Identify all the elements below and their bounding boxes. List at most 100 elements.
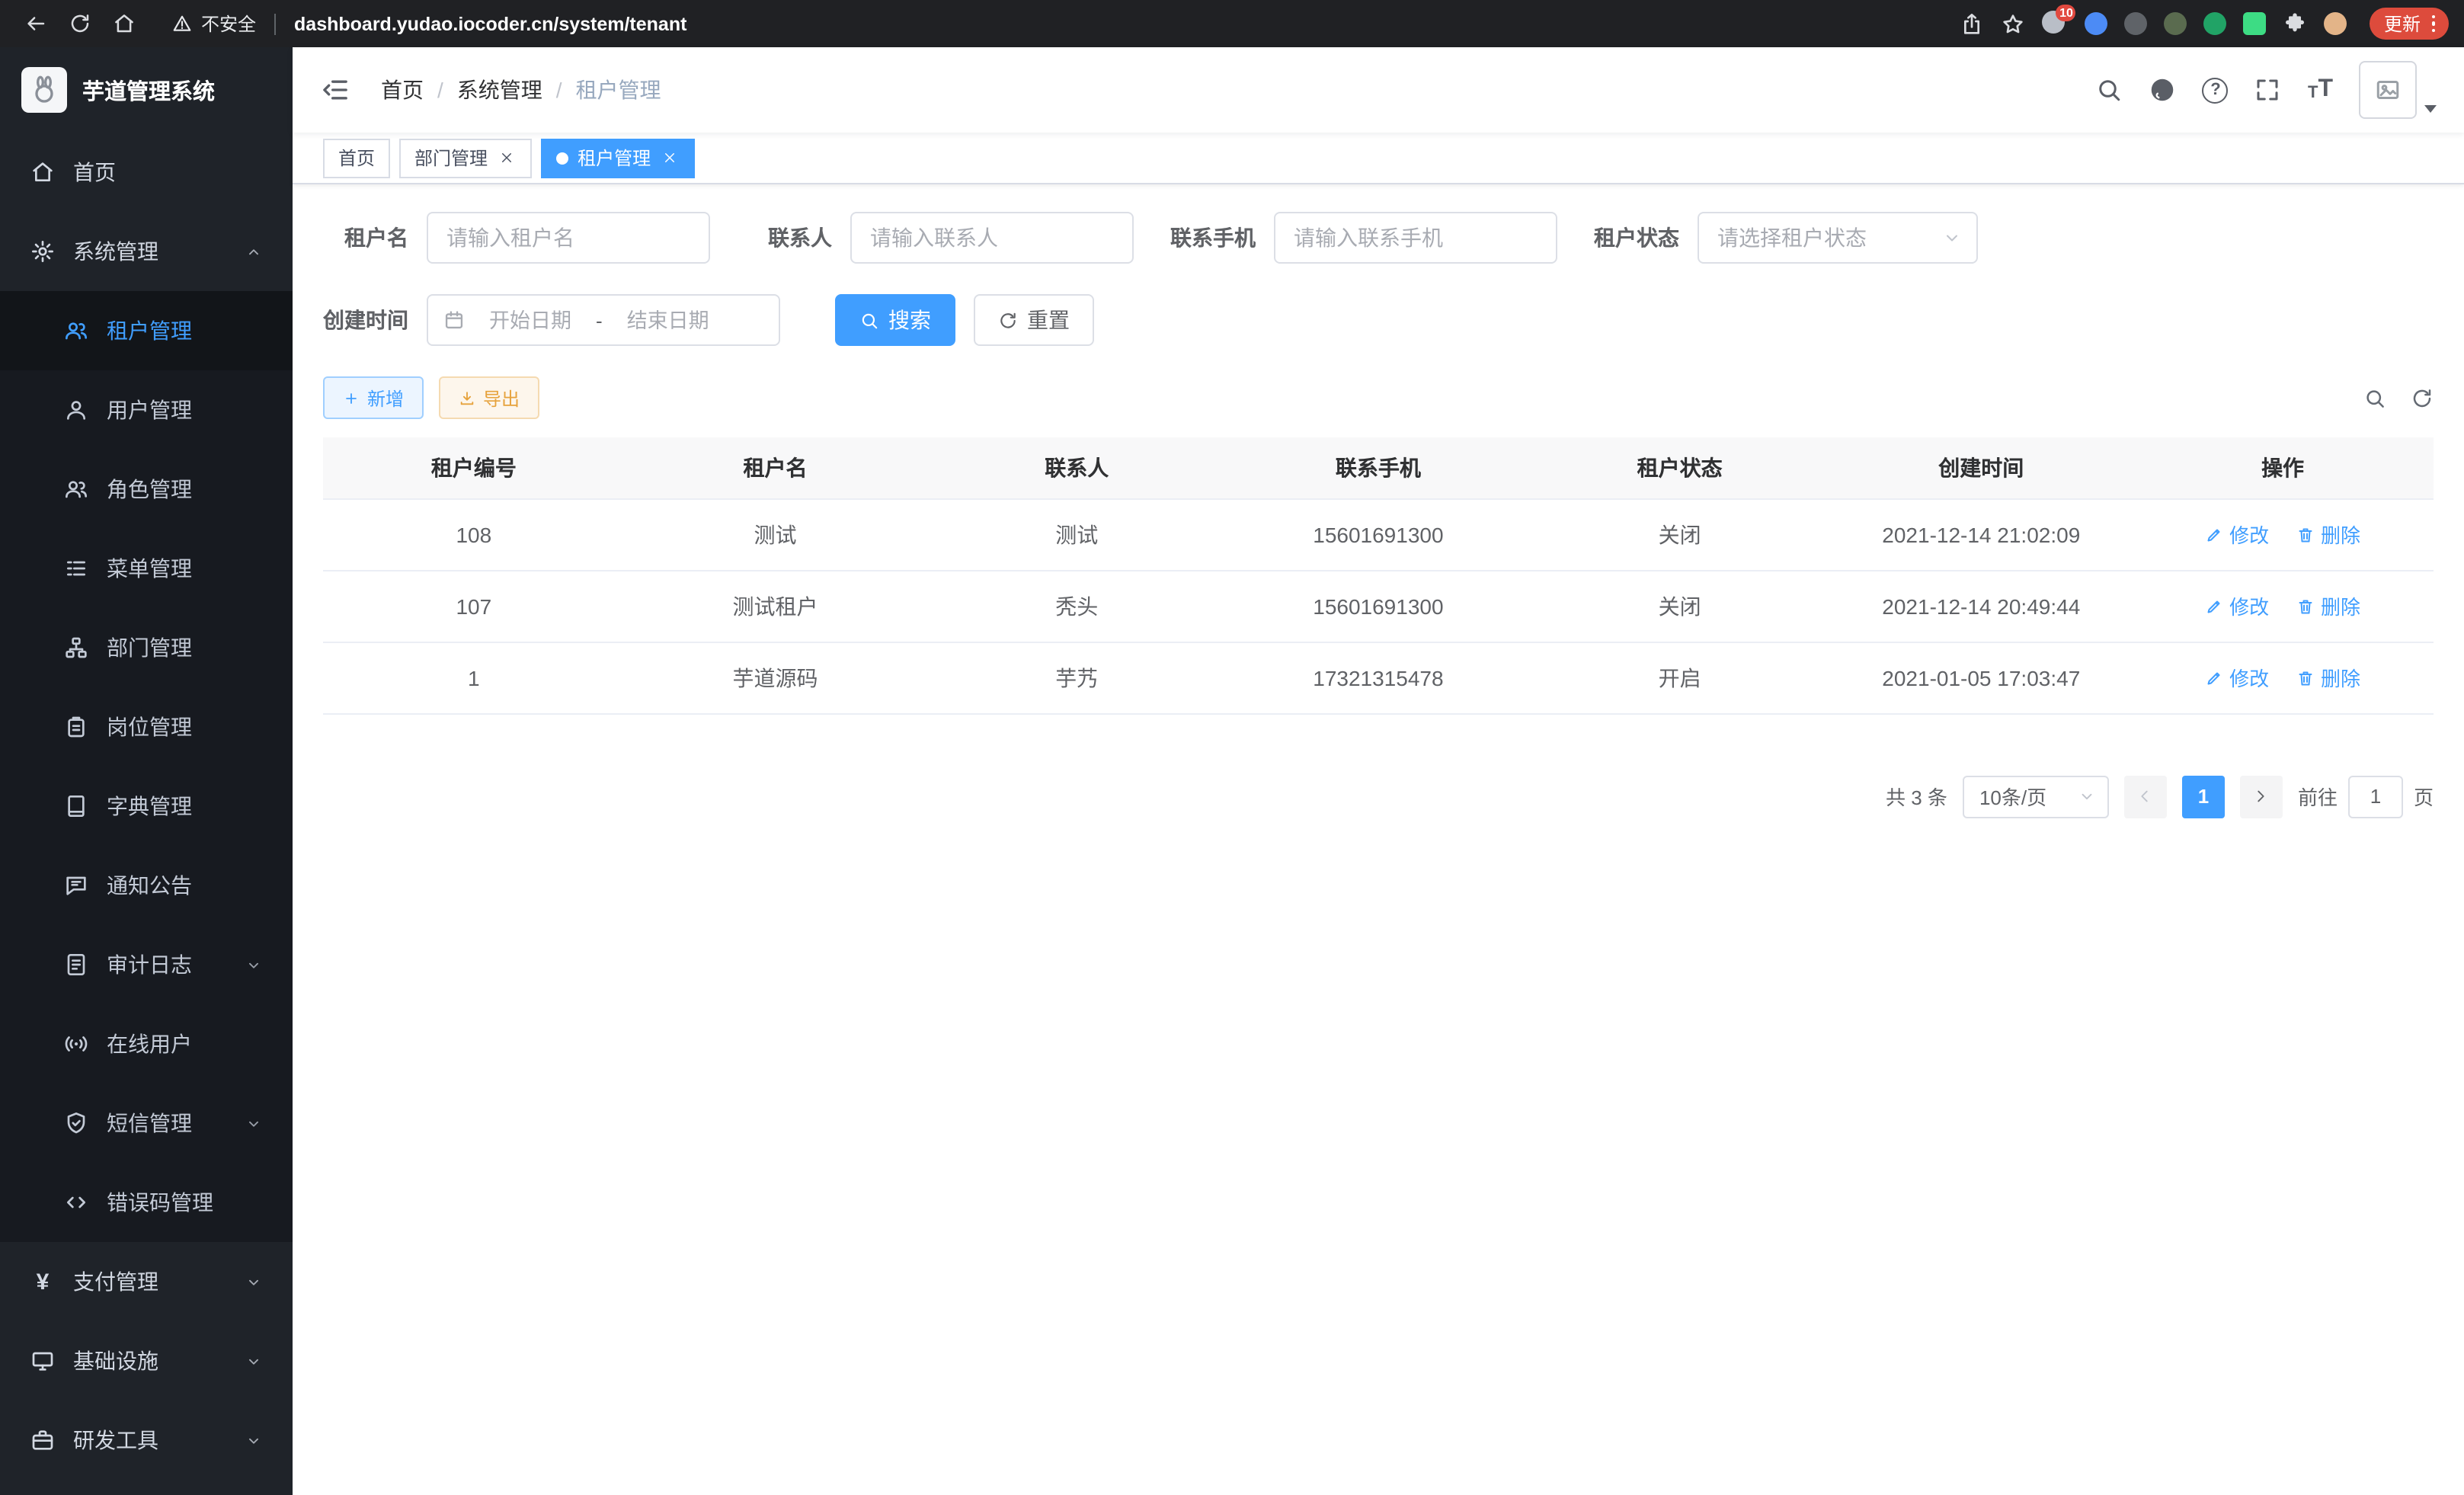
bookmark-star-icon[interactable] [2002,11,2026,36]
sidebar-item-tenant[interactable]: 租户管理 [0,291,293,370]
col-header: 联系手机 [1227,437,1529,498]
reset-button[interactable]: 重置 [974,294,1094,346]
tenant-name-input[interactable] [427,212,710,264]
menu-label: 短信管理 [107,1108,192,1138]
sidebar: 芋道管理系统 首页 系统管理 租户管理 [0,47,293,1495]
extension-blue-icon[interactable] [2085,12,2108,35]
sidebar-item-system[interactable]: 系统管理 [0,212,293,291]
cell-status: 关闭 [1529,498,1831,570]
search-button[interactable]: 搜索 [835,294,955,346]
sidebar-item-sms[interactable]: 短信管理 [0,1084,293,1163]
menu-label: 部门管理 [107,632,192,663]
tenant-table: 租户编号 租户名 联系人 联系手机 租户状态 创建时间 操作 108 测试 [323,437,2434,714]
col-header: 创建时间 [1830,437,2132,498]
refresh-icon[interactable] [2411,386,2434,409]
breadcrumb-home[interactable]: 首页 [381,75,424,105]
browser-reload-button[interactable] [59,5,101,42]
search-button-label: 搜索 [888,305,931,335]
browser-home-button[interactable] [104,5,145,42]
extension-olive-icon[interactable] [2165,12,2187,35]
next-page-button[interactable] [2240,775,2283,818]
sidebar-item-error-code[interactable]: 错误码管理 [0,1163,293,1242]
edit-link[interactable]: 修改 [2205,520,2269,549]
table-header-row: 租户编号 租户名 联系人 联系手机 租户状态 创建时间 操作 [323,437,2434,498]
sidebar-item-audit-log[interactable]: 审计日志 [0,925,293,1004]
tenants-icon [64,319,88,343]
search-icon [859,310,879,330]
menu-label: 研发工具 [73,1425,158,1455]
font-size-icon[interactable]: TT [2308,78,2333,102]
filter-contact: 联系人 [747,212,1134,264]
fullscreen-icon[interactable] [2254,76,2282,104]
tab-close-icon[interactable] [660,148,680,168]
sidebar-item-online-user[interactable]: 在线用户 [0,1004,293,1084]
total-count: 共 3 条 [1886,782,1947,811]
extension-green-icon[interactable] [2204,12,2227,35]
breadcrumb-separator: / [556,78,562,102]
toggle-search-icon[interactable] [2363,386,2386,409]
user-avatar-menu[interactable] [2359,61,2437,119]
sidebar-item-payment[interactable]: ¥ 支付管理 [0,1242,293,1321]
profile-avatar-icon[interactable] [2325,12,2347,35]
page-size-value: 10条/页 [1979,782,2046,811]
sidebar-item-dict[interactable]: 字典管理 [0,767,293,846]
end-date-input[interactable] [612,309,725,331]
contact-input[interactable] [850,212,1134,264]
extension-gray-icon[interactable] [2125,12,2148,35]
table-row: 108 测试 测试 15601691300 关闭 2021-12-14 21:0… [323,498,2434,570]
sidebar-item-infra[interactable]: 基础设施 [0,1321,293,1401]
yen-icon: ¥ [30,1270,55,1293]
start-date-input[interactable] [474,309,587,331]
cell-name: 芋道源码 [625,642,926,713]
cell-contact: 秃头 [926,570,1227,642]
export-button-label: 导出 [483,385,520,411]
page-content: 租户名 联系人 联系手机 租户状态 请选择租户状态 [293,184,2464,1495]
prev-page-button[interactable] [2124,775,2167,818]
export-button[interactable]: 导出 [439,376,539,419]
share-icon[interactable] [1960,11,1985,36]
extension-chat-icon[interactable] [2244,12,2267,35]
tab-tenant[interactable]: 租户管理 [541,138,695,178]
goto-page-input[interactable] [2348,775,2403,818]
phone-input[interactable] [1274,212,1557,264]
help-icon[interactable]: ? [2203,77,2229,103]
github-icon[interactable] [2149,76,2177,104]
status-select[interactable]: 请选择租户状态 [1698,212,1978,264]
sidebar-item-role[interactable]: 角色管理 [0,450,293,529]
sidebar-item-dept[interactable]: 部门管理 [0,608,293,687]
date-range-picker[interactable]: - [427,294,780,346]
page-number-button[interactable]: 1 [2182,775,2225,818]
menu-label: 字典管理 [107,791,192,821]
sidebar-item-dev-tools[interactable]: 研发工具 [0,1401,293,1480]
sidebar-item-post[interactable]: 岗位管理 [0,687,293,767]
sidebar-item-home[interactable]: 首页 [0,133,293,212]
browser-back-button[interactable] [15,5,56,42]
delete-link[interactable]: 删除 [2296,663,2360,692]
code-icon [64,1190,88,1215]
sidebar-item-user[interactable]: 用户管理 [0,370,293,450]
edit-link[interactable]: 修改 [2205,663,2269,692]
date-separator: - [596,309,603,331]
address-bar[interactable]: dashboard.yudao.iocoder.cn/system/tenant [294,13,1939,34]
field-label: 租户状态 [1594,222,1698,253]
search-icon[interactable] [2096,76,2123,104]
page-size-select[interactable]: 10条/页 [1963,775,2109,818]
sidebar-toggle-icon[interactable] [320,75,350,105]
plus-icon [343,389,360,406]
extension-with-badge[interactable]: 10 [2043,11,2069,37]
puzzle-extensions-icon[interactable] [2283,11,2308,36]
tab-label: 首页 [338,145,375,171]
breadcrumb-system[interactable]: 系统管理 [457,75,542,105]
sidebar-item-notice[interactable]: 通知公告 [0,846,293,925]
delete-link[interactable]: 删除 [2296,591,2360,620]
tab-home[interactable]: 首页 [323,138,390,178]
security-indicator[interactable]: 不安全 [172,11,256,37]
add-button[interactable]: 新增 [323,376,424,419]
delete-link[interactable]: 删除 [2296,520,2360,549]
tab-close-icon[interactable] [497,148,517,168]
tab-dept[interactable]: 部门管理 [399,138,532,178]
edit-link[interactable]: 修改 [2205,591,2269,620]
toolbar-right [2363,386,2434,409]
sidebar-item-menu[interactable]: 菜单管理 [0,529,293,608]
browser-update-button[interactable]: 更新 [2370,8,2449,40]
